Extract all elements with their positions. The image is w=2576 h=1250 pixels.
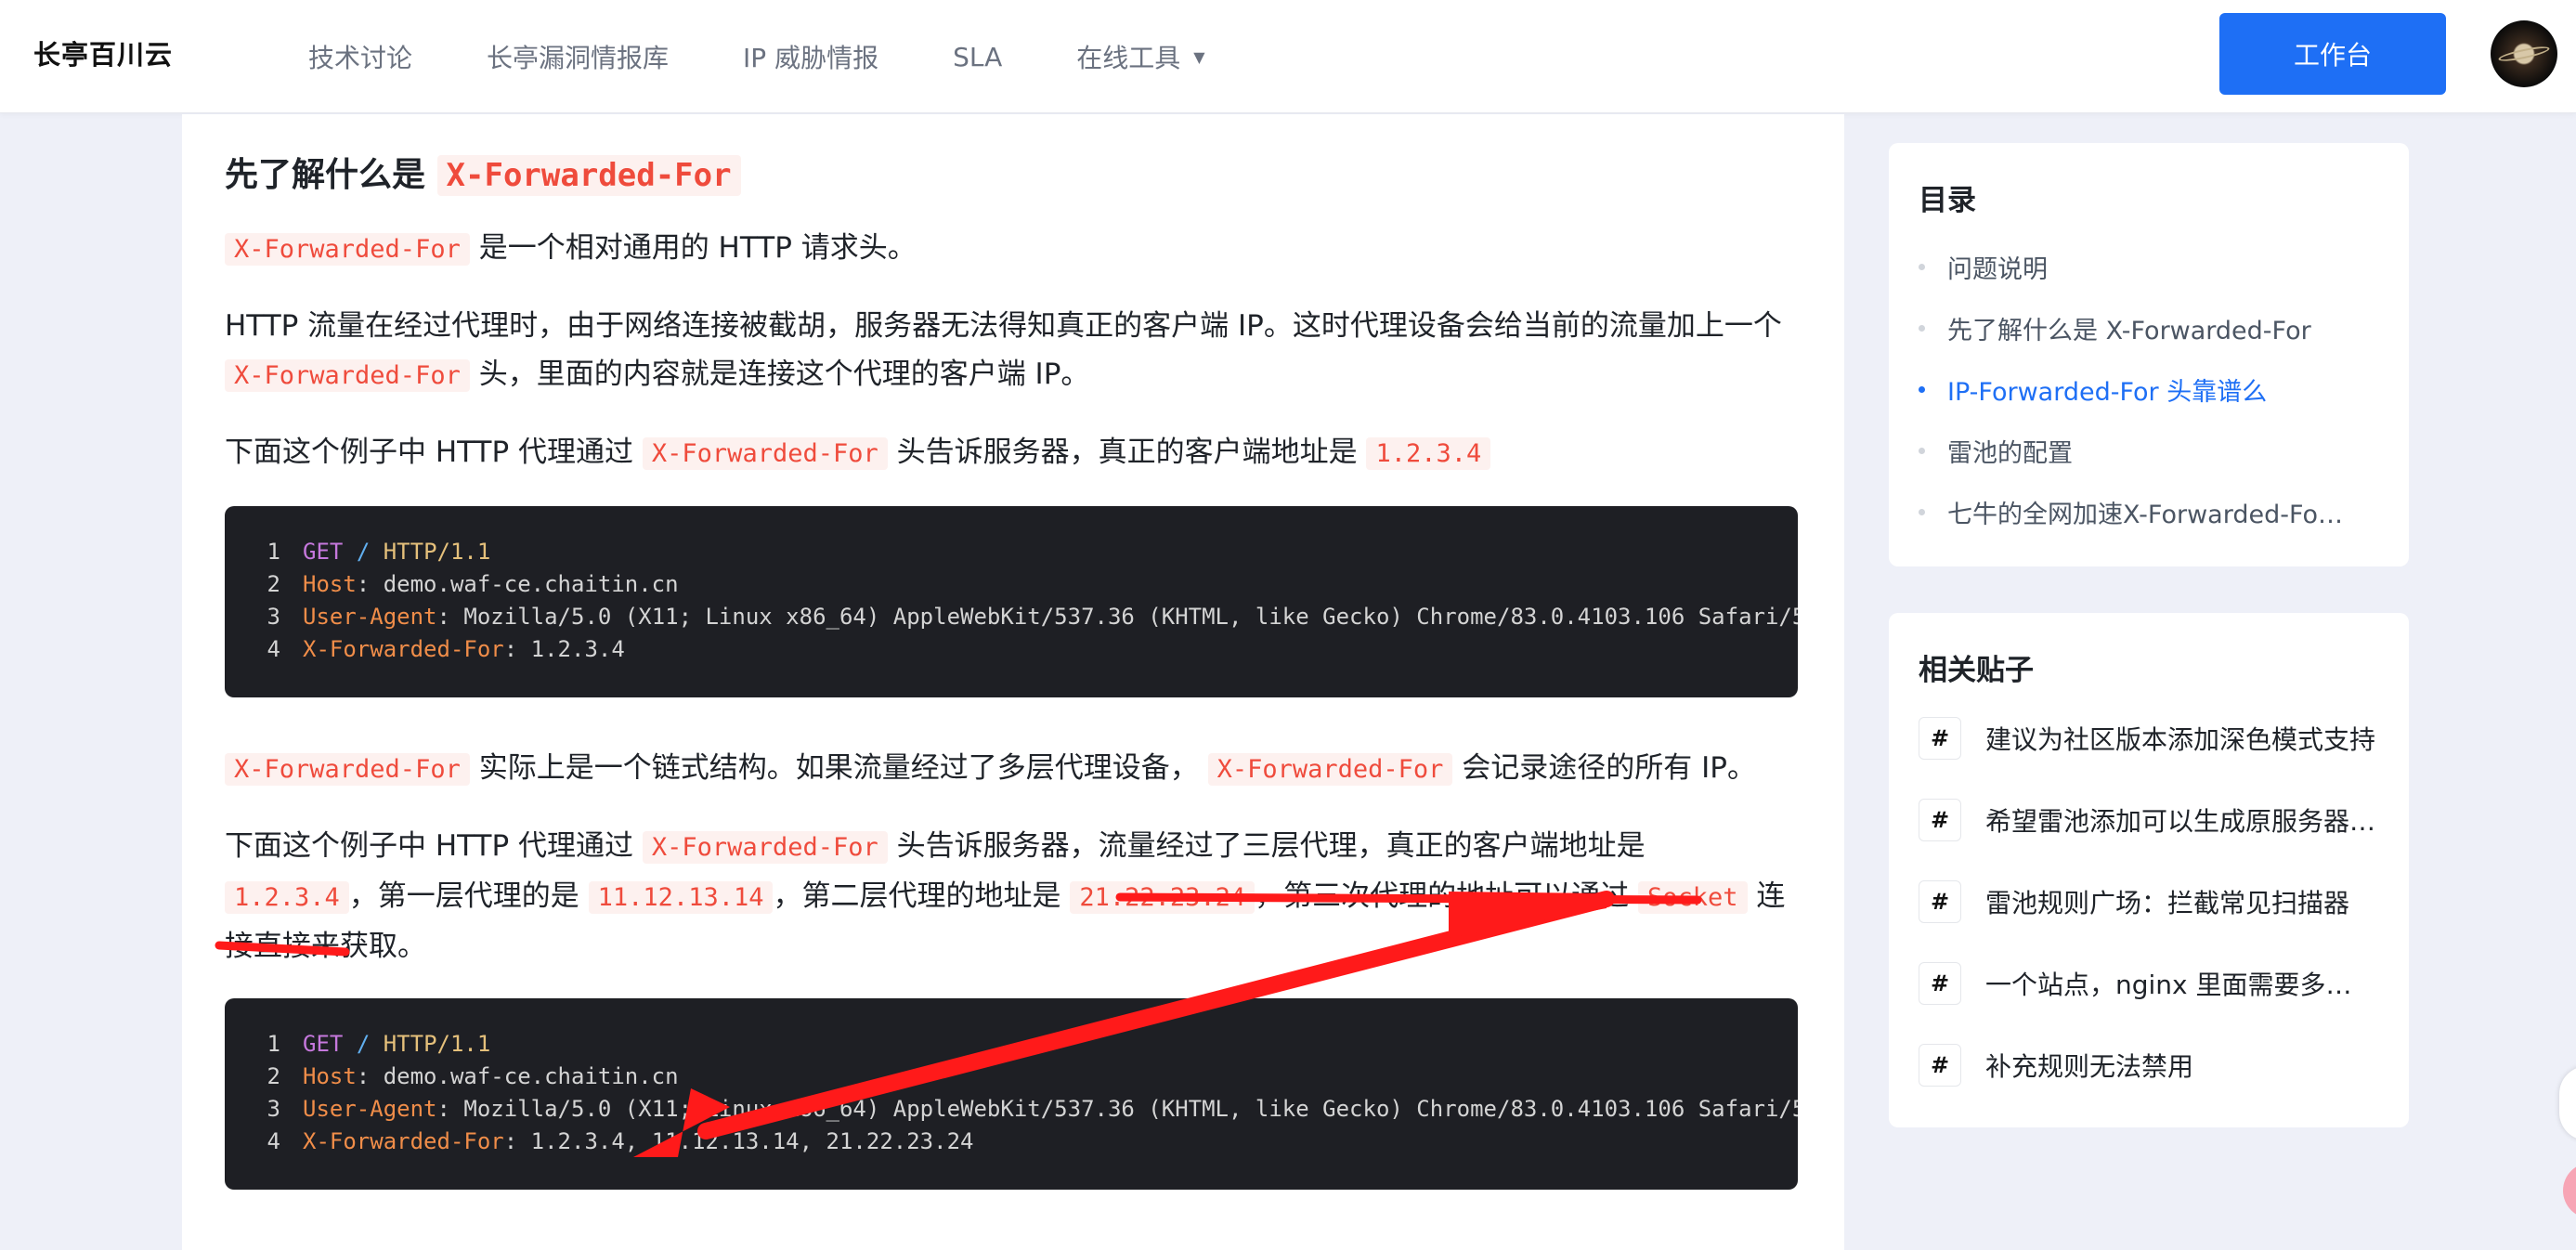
section-title: 先了解什么是 X-Forwarded-For: [225, 151, 1798, 200]
code-line: 4 X-Forwarded-For: 1.2.3.4, 11.12.13.14, …: [267, 1128, 974, 1154]
related-title: 相关贴子: [1919, 654, 2034, 687]
nav-ip-threat-intel[interactable]: IP 威胁情报: [743, 38, 878, 75]
inline-code: X-Forwarded-For: [642, 831, 888, 864]
hashtag-icon: #: [1919, 799, 1961, 841]
hashtag-icon: #: [1919, 717, 1961, 760]
inline-code: X-Forwarded-For: [642, 437, 888, 470]
hashtag-icon: #: [1919, 962, 1961, 1005]
toc-item[interactable]: 问题说明: [1919, 249, 2048, 285]
paragraph-4: X-Forwarded-For 实际上是一个链式结构。如果流量经过了多层代理设备…: [225, 744, 1798, 794]
article-content: 先了解什么是 X-Forwarded-For X-Forwarded-For 是…: [225, 151, 1798, 1236]
inline-code: 1.2.3.4: [1366, 437, 1491, 470]
toc-item[interactable]: 七牛的全网加速X-Forwarded-Fo…: [1919, 494, 2343, 530]
toc-item[interactable]: 先了解什么是 X-Forwarded-For: [1919, 310, 2311, 346]
inline-code: X-Forwarded-For: [225, 753, 470, 786]
code-line: 1 GET / HTTP/1.1: [267, 539, 491, 565]
bullet-icon: [1919, 448, 1925, 454]
workbench-button[interactable]: 工作台: [2219, 13, 2446, 95]
toc-title: 目录: [1919, 184, 1976, 217]
inline-code: X-Forwarded-For: [225, 233, 470, 266]
bullet-icon: [1919, 264, 1925, 270]
inline-code: 1.2.3.4: [225, 881, 349, 914]
caret-down-icon: ▼: [1193, 47, 1205, 66]
nav-sla[interactable]: SLA: [953, 42, 1002, 72]
toc-card: 目录 问题说明 先了解什么是 X-Forwarded-For IP-Forwar…: [1889, 143, 2409, 566]
toc-item-active[interactable]: IP-Forwarded-For 头靠谱么: [1919, 371, 2267, 408]
code-block-2[interactable]: 1 GET / HTTP/1.1 2 Host: demo.waf-ce.chait…: [225, 998, 1798, 1190]
toc-item[interactable]: 雷池的配置: [1919, 433, 2073, 469]
paragraph-5: 下面这个例子中 HTTP 代理通过 X-Forwarded-For 头告诉服务器…: [225, 829, 1786, 963]
floating-action-button[interactable]: [2559, 1066, 2576, 1140]
code-block-1[interactable]: 1 GET / HTTP/1.1 2 Host: demo.waf-ce.chait…: [225, 506, 1798, 697]
inline-code: X-Forwarded-For: [1207, 753, 1453, 786]
paragraph-3: 下面这个例子中 HTTP 代理通过 X-Forwarded-For 头告诉服务器…: [225, 428, 1798, 478]
inline-code: Socket: [1638, 881, 1748, 914]
nav-online-tools[interactable]: 在线工具 ▼: [1076, 38, 1204, 75]
nav-vuln-intel[interactable]: 长亭漏洞情报库: [487, 38, 669, 75]
code-line: 4 X-Forwarded-For: 1.2.3.4: [267, 636, 625, 662]
bullet-icon: [1919, 386, 1925, 393]
code-line: 3 User-Agent: Mozilla/5.0 (X11; Linux x86…: [267, 1096, 1798, 1122]
hashtag-icon: #: [1919, 1044, 1961, 1087]
related-post-item[interactable]: # 希望雷池添加可以生成原服务器…: [1919, 799, 2375, 841]
code-line: 3 User-Agent: Mozilla/5.0 (X11; Linux x86…: [267, 604, 1798, 630]
related-posts-card: 相关贴子 # 建议为社区版本添加深色模式支持 # 希望雷池添加可以生成原服务器… #…: [1889, 613, 2409, 1127]
bullet-icon: [1919, 509, 1925, 515]
hashtag-icon: #: [1919, 880, 1961, 923]
site-logo[interactable]: 长亭百川云: [33, 33, 173, 72]
paragraph-2: HTTP 流量在经过代理时，由于网络连接被截胡，服务器无法得知真正的客户端 IP…: [225, 309, 1782, 392]
user-avatar[interactable]: [2491, 20, 2557, 87]
code-line: 2 Host: demo.waf-ce.chaitin.cn: [267, 1063, 679, 1089]
code-line: 1 GET / HTTP/1.1: [267, 1031, 491, 1057]
related-post-item[interactable]: # 补充规则无法禁用: [1919, 1044, 2193, 1087]
section-title-code: X-Forwarded-For: [436, 155, 741, 196]
nav-tech-discussion[interactable]: 技术讨论: [308, 38, 412, 75]
related-post-item[interactable]: # 建议为社区版本添加深色模式支持: [1919, 717, 2375, 760]
related-post-item[interactable]: # 雷池规则广场：拦截常见扫描器: [1919, 880, 2349, 923]
inline-code: 21.22.23.24: [1070, 881, 1255, 914]
related-post-item[interactable]: # 一个站点，nginx 里面需要多…: [1919, 962, 2352, 1005]
article-panel: 先了解什么是 X-Forwarded-For X-Forwarded-For 是…: [182, 114, 1844, 1250]
inline-code: X-Forwarded-For: [225, 359, 470, 392]
planet-ring-icon: [2497, 44, 2551, 64]
code-line: 2 Host: demo.waf-ce.chaitin.cn: [267, 571, 679, 597]
main-nav: 技术讨论 长亭漏洞情报库 IP 威胁情报 SLA 在线工具 ▼: [308, 0, 1280, 113]
paragraph-1: X-Forwarded-For 是一个相对通用的 HTTP 请求头。: [225, 224, 1798, 274]
top-header: 长亭百川云 技术讨论 长亭漏洞情报库 IP 威胁情报 SLA 在线工具 ▼ 工作…: [0, 0, 2576, 113]
floating-help-button[interactable]: [2563, 1163, 2576, 1218]
bullet-icon: [1919, 325, 1925, 332]
inline-code: 11.12.13.14: [588, 881, 774, 914]
